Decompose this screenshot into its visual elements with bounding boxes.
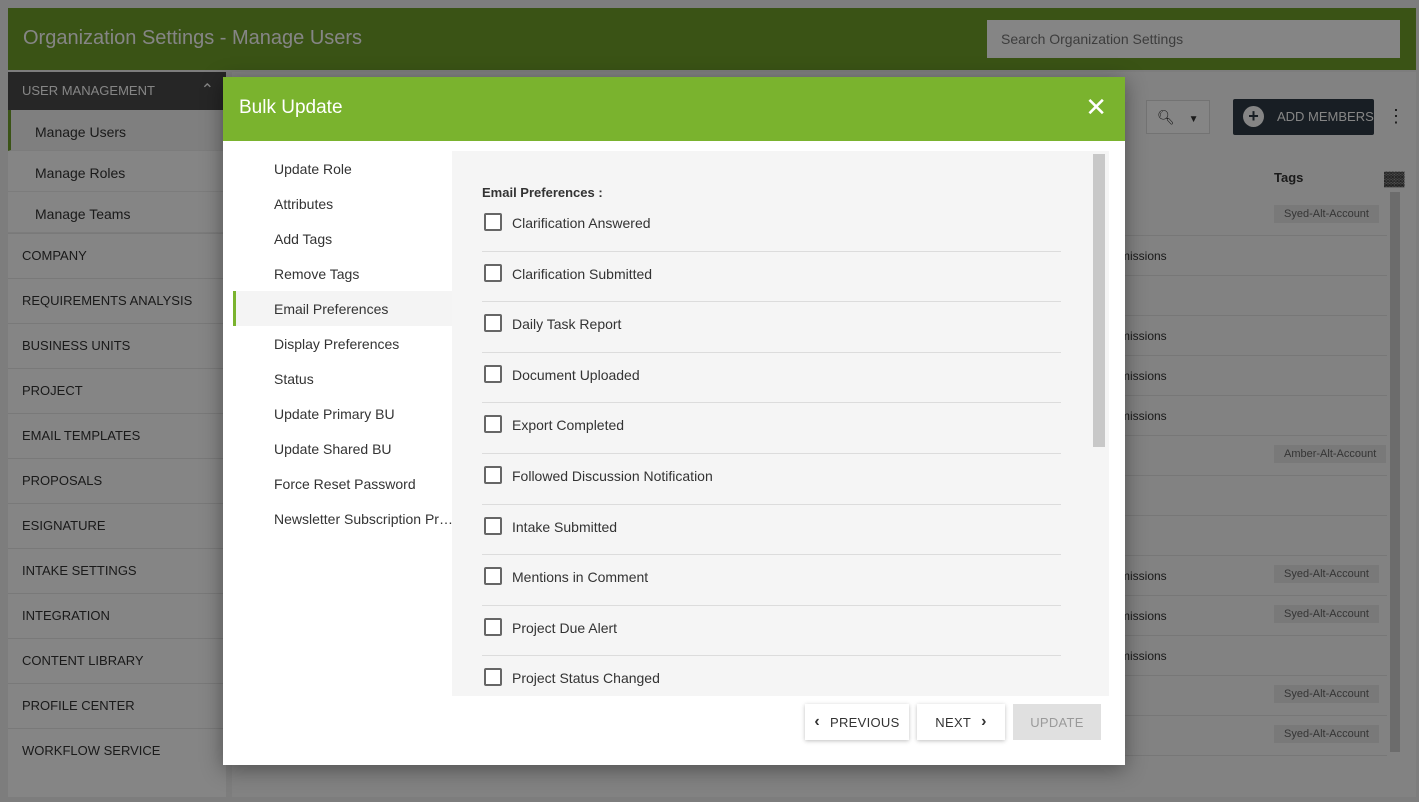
checkbox[interactable] bbox=[484, 567, 502, 586]
option-clarification-answered[interactable]: Clarification Answered bbox=[482, 201, 1061, 252]
option-label: Intake Submitted bbox=[512, 518, 618, 535]
option-label: Mentions in Comment bbox=[512, 569, 649, 586]
email-preference-options: Clarification Answered Clarification Sub… bbox=[482, 201, 1061, 696]
option-label: Project Status Changed bbox=[512, 670, 660, 687]
nav-item-update-primary-bu[interactable]: Update Primary BU bbox=[233, 396, 453, 431]
option-clarification-submitted[interactable]: Clarification Submitted bbox=[482, 252, 1061, 303]
nav-item-status[interactable]: Status bbox=[233, 361, 453, 396]
dialog-header: Bulk Update ✕ bbox=[223, 77, 1125, 141]
checkbox[interactable] bbox=[484, 213, 502, 231]
nav-item-force-reset-password[interactable]: Force Reset Password bbox=[233, 466, 453, 501]
dialog-title: Bulk Update bbox=[239, 97, 343, 118]
option-label: Clarification Answered bbox=[512, 215, 651, 231]
panel-scrollbar[interactable] bbox=[1093, 154, 1105, 447]
checkbox[interactable] bbox=[484, 364, 502, 383]
option-project-status-changed[interactable]: Project Status Changed bbox=[482, 656, 1061, 696]
checkbox[interactable] bbox=[484, 465, 502, 484]
nav-item-add-tags[interactable]: Add Tags bbox=[233, 221, 453, 256]
nav-item-remove-tags[interactable]: Remove Tags bbox=[233, 256, 453, 291]
option-label: Document Uploaded bbox=[512, 366, 640, 383]
nav-item-attributes[interactable]: Attributes bbox=[233, 186, 453, 221]
nav-item-display-preferences[interactable]: Display Preferences bbox=[233, 326, 453, 361]
previous-label: PREVIOUS bbox=[829, 714, 900, 730]
chevron-left-icon: ‹ bbox=[814, 713, 821, 730]
option-mentions-in-comment[interactable]: Mentions in Comment bbox=[482, 555, 1061, 606]
option-intake-submitted[interactable]: Intake Submitted bbox=[482, 505, 1061, 556]
email-preferences-panel: Email Preferences : Clarification Answer… bbox=[452, 151, 1109, 696]
checkbox[interactable] bbox=[484, 617, 502, 636]
option-label: Clarification Submitted bbox=[512, 265, 653, 282]
nav-item-update-shared-bu[interactable]: Update Shared BU bbox=[233, 431, 453, 466]
option-label: Followed Discussion Notification bbox=[512, 467, 713, 484]
bulk-update-nav: Update Role Attributes Add Tags Remove T… bbox=[233, 151, 453, 536]
next-button[interactable]: NEXT › bbox=[917, 704, 1005, 740]
option-daily-task-report[interactable]: Daily Task Report bbox=[482, 302, 1061, 353]
nav-item-email-preferences[interactable]: Email Preferences bbox=[233, 291, 453, 326]
close-icon[interactable]: ✕ bbox=[1085, 93, 1107, 121]
bulk-update-dialog: Bulk Update ✕ Update Role Attributes Add… bbox=[223, 77, 1125, 765]
option-project-due-alert[interactable]: Project Due Alert bbox=[482, 606, 1061, 657]
update-button[interactable]: UPDATE bbox=[1013, 704, 1101, 740]
section-label: Email Preferences : bbox=[482, 185, 603, 200]
checkbox[interactable] bbox=[484, 415, 502, 434]
nav-item-update-role[interactable]: Update Role bbox=[233, 151, 453, 186]
option-followed-discussion-notification[interactable]: Followed Discussion Notification bbox=[482, 454, 1061, 505]
checkbox[interactable] bbox=[484, 516, 502, 535]
chevron-right-icon: › bbox=[981, 713, 987, 730]
previous-button[interactable]: ‹ PREVIOUS bbox=[805, 704, 909, 740]
option-document-uploaded[interactable]: Document Uploaded bbox=[482, 353, 1061, 404]
checkbox[interactable] bbox=[484, 314, 502, 333]
nav-item-newsletter-subscription[interactable]: Newsletter Subscription Pre… bbox=[233, 501, 453, 536]
option-label: Project Due Alert bbox=[512, 619, 618, 636]
option-label: Export Completed bbox=[512, 417, 625, 434]
option-export-completed[interactable]: Export Completed bbox=[482, 403, 1061, 454]
next-label: NEXT bbox=[935, 714, 972, 730]
option-label: Daily Task Report bbox=[512, 316, 622, 333]
checkbox[interactable] bbox=[484, 668, 502, 687]
checkbox[interactable] bbox=[484, 263, 502, 282]
